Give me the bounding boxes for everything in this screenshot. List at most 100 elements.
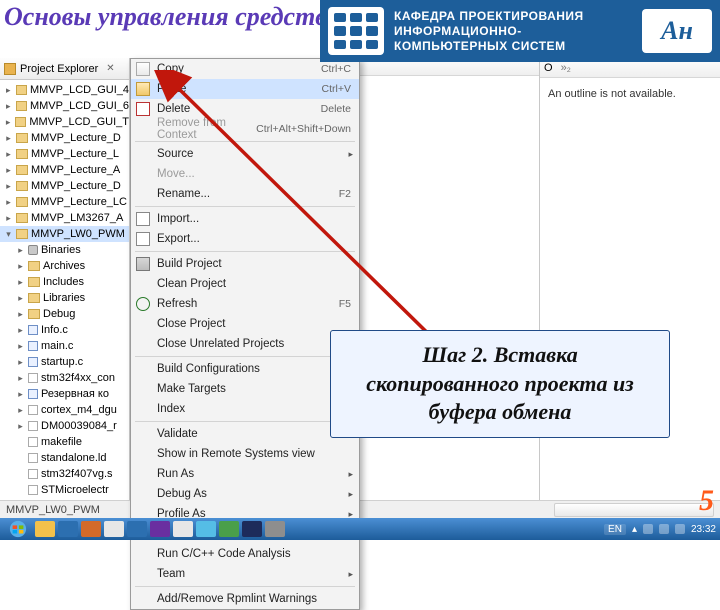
taskbar-app-icon[interactable] (150, 521, 170, 537)
menu-item[interactable]: Make Targets (131, 379, 359, 399)
twisty-icon[interactable]: ▸ (4, 117, 12, 128)
tree-item[interactable]: ▾MMVP_LW0_PWM (0, 226, 129, 242)
twisty-icon[interactable]: ▸ (16, 277, 25, 288)
twisty-icon[interactable]: ▸ (16, 325, 25, 336)
twisty-icon[interactable]: ▸ (16, 309, 25, 320)
twisty-icon[interactable]: ▸ (4, 149, 13, 160)
menu-item[interactable]: Clean Project (131, 274, 359, 294)
tree-item[interactable]: standalone.ld (0, 450, 129, 466)
start-button[interactable] (4, 518, 32, 540)
twisty-icon[interactable]: ▸ (16, 389, 25, 400)
tree-item[interactable]: ▸MMVP_Lecture_LC (0, 194, 129, 210)
menu-item[interactable]: Show in Remote Systems view (131, 444, 359, 464)
tree-item[interactable]: ▸MMVP_LCD_GUI_T (0, 114, 129, 130)
menu-item[interactable]: Build Configurations (131, 359, 359, 379)
menu-item[interactable]: Add/Remove Rpmlint Warnings (131, 589, 359, 609)
twisty-icon[interactable]: ▸ (4, 197, 13, 208)
menu-item[interactable]: Index (131, 399, 359, 419)
tree-item[interactable]: makefile (0, 434, 129, 450)
taskbar-app-icon[interactable] (242, 521, 262, 537)
clock[interactable]: 23:32 (691, 524, 716, 535)
twisty-icon[interactable]: ▸ (16, 245, 25, 256)
tree-item[interactable]: ▸MMVP_Lecture_D (0, 130, 129, 146)
tree-item[interactable]: ▸MMVP_LCD_GUI_6 (0, 98, 129, 114)
menu-item[interactable]: Source (131, 144, 359, 164)
tray-chevron-icon[interactable]: ▴ (632, 524, 637, 535)
tree-item[interactable]: ▸cortex_m4_dgu (0, 402, 129, 418)
tree-item[interactable]: ▸Includes (0, 274, 129, 290)
taskbar-app-icon[interactable] (58, 521, 78, 537)
menu-separator (135, 356, 355, 357)
menu-item[interactable]: CopyCtrl+C (131, 59, 359, 79)
close-icon[interactable]: ✕ (106, 63, 114, 74)
file-icon (28, 405, 38, 415)
tree-item[interactable]: stm32f407vg.s (0, 466, 129, 482)
taskbar-app-icon[interactable] (104, 521, 124, 537)
taskbar-app-icon[interactable] (81, 521, 101, 537)
menu-item[interactable]: Build Project (131, 254, 359, 274)
language-indicator[interactable]: EN (604, 524, 626, 535)
system-tray[interactable]: EN ▴ 23:32 (604, 524, 716, 535)
tree-item[interactable]: ▸Debug (0, 306, 129, 322)
menu-item[interactable]: Run As (131, 464, 359, 484)
twisty-icon[interactable]: ▸ (16, 405, 25, 416)
eclipse-window: Project Explorer ✕ ▸MMVP_LCD_GUI_4▸MMVP_… (0, 58, 720, 518)
tray-icon[interactable] (675, 524, 685, 534)
tree-item[interactable]: ▸MMVP_Lecture_D (0, 178, 129, 194)
tree-item[interactable]: ▸MMVP_Lecture_L (0, 146, 129, 162)
tray-icon[interactable] (659, 524, 669, 534)
tree-item[interactable]: ▸stm32f4xx_con (0, 370, 129, 386)
menu-item[interactable]: PasteCtrl+V (131, 79, 359, 99)
twisty-icon[interactable]: ▸ (16, 373, 25, 384)
tree-item[interactable]: ▸Binaries (0, 242, 129, 258)
tree-item[interactable]: ▸MMVP_LM3267_A (0, 210, 129, 226)
tree-item[interactable]: ▸MMVP_LCD_GUI_4 (0, 82, 129, 98)
twisty-icon[interactable]: ▸ (4, 213, 13, 224)
tree-item[interactable]: ▸DM00039084_r (0, 418, 129, 434)
windows-taskbar[interactable]: EN ▴ 23:32 (0, 518, 720, 540)
taskbar-app-icon[interactable] (196, 521, 216, 537)
twisty-icon[interactable]: ▸ (4, 101, 13, 112)
menu-item[interactable]: Validate (131, 424, 359, 444)
menu-separator (135, 206, 355, 207)
twisty-icon[interactable]: ▸ (4, 133, 13, 144)
menu-item[interactable]: Debug As (131, 484, 359, 504)
menu-item[interactable]: Run C/C++ Code Analysis (131, 544, 359, 564)
tree-item[interactable]: STMicroelectr (0, 482, 129, 498)
twisty-icon[interactable]: ▸ (4, 181, 13, 192)
menu-item[interactable]: Close Unrelated Projects (131, 334, 359, 354)
taskbar-app-icon[interactable] (265, 521, 285, 537)
twisty-icon[interactable]: ▸ (4, 165, 13, 176)
tree-item[interactable]: ▸Резервная ко (0, 386, 129, 402)
outline-overflow[interactable]: »₂ (561, 62, 571, 74)
taskbar-app-icon[interactable] (35, 521, 55, 537)
menu-item[interactable]: Import... (131, 209, 359, 229)
twisty-icon[interactable]: ▸ (16, 293, 25, 304)
tree-item[interactable]: ▸MMVP_Lecture_A (0, 162, 129, 178)
taskbar-app-icon[interactable] (127, 521, 147, 537)
twisty-icon[interactable]: ▸ (16, 261, 25, 272)
menu-item[interactable]: Rename...F2 (131, 184, 359, 204)
twisty-icon[interactable]: ▸ (4, 85, 13, 96)
tray-icon[interactable] (643, 524, 653, 534)
tree-item[interactable]: ▸main.c (0, 338, 129, 354)
file-icon (28, 421, 38, 431)
tree-item[interactable]: ▸startup.c (0, 354, 129, 370)
twisty-icon[interactable]: ▸ (16, 341, 25, 352)
twisty-icon[interactable]: ▸ (16, 357, 25, 368)
project-tree[interactable]: ▸MMVP_LCD_GUI_4▸MMVP_LCD_GUI_6▸MMVP_LCD_… (0, 80, 129, 518)
project-explorer-tab[interactable]: Project Explorer ✕ (0, 58, 129, 80)
tree-item[interactable]: ▸Archives (0, 258, 129, 274)
taskbar-app-icon[interactable] (173, 521, 193, 537)
menu-item[interactable]: Close Project (131, 314, 359, 334)
menu-item[interactable]: Export... (131, 229, 359, 249)
twisty-icon[interactable]: ▸ (16, 421, 25, 432)
twisty-icon[interactable]: ▾ (4, 229, 13, 240)
menu-item[interactable]: DeleteDelete (131, 99, 359, 119)
menu-item[interactable]: RefreshF5 (131, 294, 359, 314)
tree-item[interactable]: ▸Info.c (0, 322, 129, 338)
taskbar-app-icon[interactable] (219, 521, 239, 537)
tree-item[interactable]: ▸Libraries (0, 290, 129, 306)
menu-item[interactable]: Team (131, 564, 359, 584)
c-file-icon (28, 325, 38, 335)
